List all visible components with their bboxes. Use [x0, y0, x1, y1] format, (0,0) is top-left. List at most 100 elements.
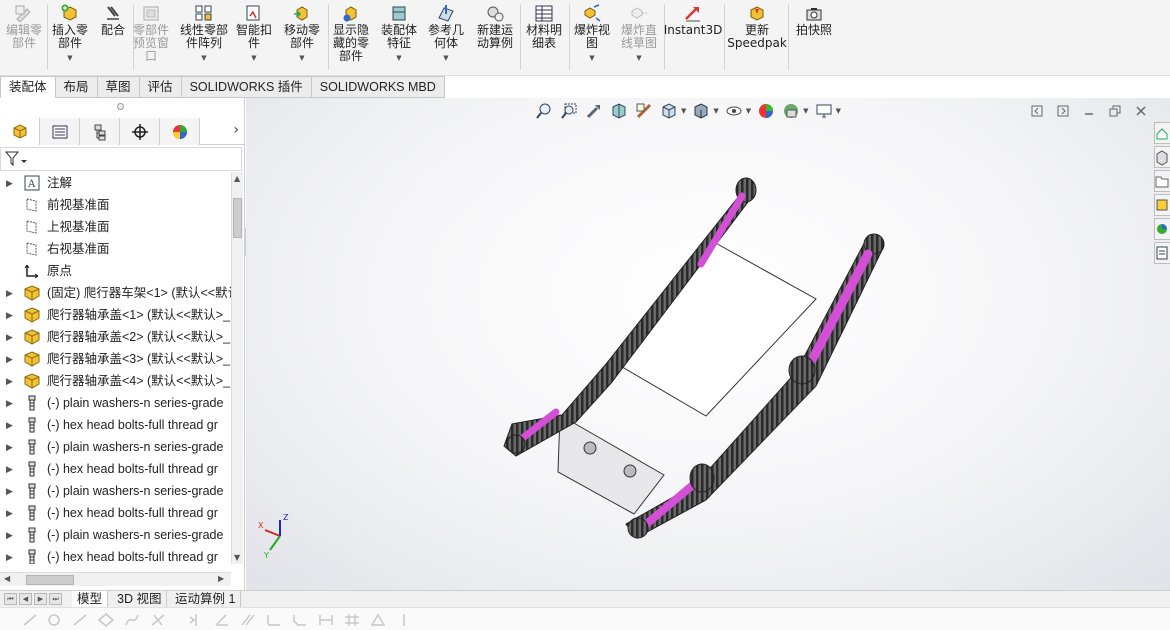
line-tool-icon[interactable]: [22, 613, 38, 627]
design-library-tab[interactable]: [1154, 146, 1170, 168]
scroll-thumb[interactable]: [233, 198, 242, 238]
expand-arrow-icon[interactable]: ▶: [6, 370, 13, 392]
display-style-icon[interactable]: [691, 101, 711, 121]
show-hidden-button[interactable]: 显示隐 藏的零 部件: [329, 4, 373, 74]
reference-geometry-button[interactable]: 参考几 何体 ▼: [425, 4, 467, 74]
property-manager-tab[interactable]: [40, 118, 80, 145]
new-motion-study-button[interactable]: 新建运 动算例: [474, 4, 516, 74]
file-explorer-tab[interactable]: [1154, 170, 1170, 192]
tree-item[interactable]: ▶ (-) plain washers-n series-grade: [0, 436, 231, 458]
tab-motion-study[interactable]: 运动算例 1: [170, 591, 242, 608]
spline-tool-icon[interactable]: [124, 613, 140, 627]
expand-arrow-icon[interactable]: ▶: [6, 348, 13, 370]
chamfer-tool-icon[interactable]: [292, 613, 308, 627]
tab-3d-view[interactable]: 3D 视图: [112, 591, 168, 608]
tree-item[interactable]: ▶ (-) hex head bolts-full thread gr: [0, 546, 231, 564]
tree-item[interactable]: ▶ (-) hex head bolts-full thread gr: [0, 458, 231, 480]
appearances-tab[interactable]: [1154, 218, 1170, 240]
view-settings-dropdown-icon[interactable]: ▼: [836, 107, 841, 115]
exploded-view-button[interactable]: 爆炸视 图 ▼: [571, 4, 613, 74]
next-tab-icon[interactable]: ▶: [34, 593, 47, 605]
expand-arrow-icon[interactable]: ▶: [6, 458, 13, 480]
tile-right-icon[interactable]: [1056, 104, 1070, 118]
expand-arrow-icon[interactable]: ▶: [6, 524, 13, 546]
tree-filter[interactable]: [0, 147, 242, 171]
expand-arrow-icon[interactable]: ▶: [6, 480, 13, 502]
reference-geometry-dropdown-icon[interactable]: ▼: [443, 52, 448, 65]
last-tab-icon[interactable]: ⏭: [49, 593, 62, 605]
first-tab-icon[interactable]: ⏮: [4, 593, 17, 605]
dimension-tool-icon[interactable]: [318, 613, 334, 627]
command-tab-5[interactable]: SOLIDWORKS MBD: [311, 76, 445, 98]
edit-appearance-icon[interactable]: [756, 101, 776, 121]
tree-item[interactable]: 上视基准面: [0, 216, 231, 238]
expand-arrow-icon[interactable]: ▶: [6, 326, 13, 348]
prev-tab-icon[interactable]: ◀: [19, 593, 32, 605]
minimize-icon[interactable]: [1082, 104, 1096, 118]
explode-line-dropdown-icon[interactable]: ▼: [636, 52, 641, 65]
tree-item[interactable]: ▶ 爬行器轴承盖<3> (默认<<默认>_: [0, 348, 231, 370]
command-tab-0[interactable]: 装配体: [0, 76, 56, 98]
assembly-features-button[interactable]: 装配体 特征 ▼: [378, 4, 420, 74]
h-scroll-thumb[interactable]: [26, 575, 74, 585]
previous-view-icon[interactable]: [584, 101, 604, 121]
custom-properties-tab[interactable]: [1154, 242, 1170, 264]
edit-component-button[interactable]: 编辑零 部件: [5, 4, 43, 74]
crawler-assembly-model[interactable]: [496, 154, 896, 544]
scroll-right-arrow-icon[interactable]: ▶: [218, 574, 224, 583]
mirror-tool-icon[interactable]: [188, 613, 204, 627]
dynamic-annotation-icon[interactable]: [634, 101, 654, 121]
hide-show-items-icon[interactable]: [724, 101, 744, 121]
tile-left-icon[interactable]: [1030, 104, 1044, 118]
tree-item[interactable]: ▶ (-) hex head bolts-full thread gr: [0, 414, 231, 436]
bom-button[interactable]: 材料明 细表: [523, 4, 565, 74]
expand-arrow-icon[interactable]: ▶: [6, 546, 13, 564]
display-style-dropdown-icon[interactable]: ▼: [713, 107, 718, 115]
tree-item[interactable]: 前视基准面: [0, 194, 231, 216]
expand-arrow-icon[interactable]: ▶: [6, 304, 13, 326]
move-component-button[interactable]: 移动零 部件 ▼: [280, 4, 324, 74]
view-palette-tab[interactable]: [1154, 194, 1170, 216]
insert-component-dropdown-icon[interactable]: ▼: [67, 52, 72, 65]
move-component-dropdown-icon[interactable]: ▼: [299, 52, 304, 65]
view-orientation-dropdown-icon[interactable]: ▼: [681, 107, 686, 115]
command-tab-2[interactable]: 草图: [97, 76, 140, 98]
tree-item[interactable]: ▶ 爬行器轴承盖<1> (默认<<默认>_: [0, 304, 231, 326]
close-icon[interactable]: [1134, 104, 1148, 118]
tree-item[interactable]: 右视基准面: [0, 238, 231, 260]
restore-icon[interactable]: [1108, 104, 1122, 118]
apply-scene-icon[interactable]: [781, 101, 801, 121]
offset-tool-icon[interactable]: [240, 613, 256, 627]
tree-vertical-scrollbar[interactable]: ▲ ▼: [231, 172, 243, 564]
angle-dimension-icon[interactable]: [214, 613, 230, 627]
update-speedpak-button[interactable]: 更新 Speedpak: [727, 4, 787, 74]
expand-arrow-icon[interactable]: ▶: [6, 414, 13, 436]
zoom-to-fit-icon[interactable]: [534, 101, 554, 121]
smart-fasteners-button[interactable]: 智能扣 件 ▼: [234, 4, 274, 74]
tab-model[interactable]: 模型: [72, 591, 109, 608]
expand-arrow-icon[interactable]: ▶: [6, 436, 13, 458]
expand-arrow-icon[interactable]: ▶: [6, 502, 13, 524]
hide-show-dropdown-icon[interactable]: ▼: [746, 107, 751, 115]
scroll-down-arrow-icon[interactable]: ▼: [234, 553, 240, 562]
tree-item[interactable]: ▶ 爬行器轴承盖<2> (默认<<默认>_: [0, 326, 231, 348]
tree-item[interactable]: ▶ 爬行器轴承盖<4> (默认<<默认>_: [0, 370, 231, 392]
view-settings-icon[interactable]: [814, 101, 834, 121]
zoom-to-area-icon[interactable]: [559, 101, 579, 121]
relation-tool-icon[interactable]: [370, 613, 386, 627]
scroll-up-arrow-icon[interactable]: ▲: [234, 174, 240, 183]
dimxpert-manager-tab[interactable]: [120, 118, 160, 145]
polygon-tool-icon[interactable]: [98, 613, 114, 627]
circle-tool-icon[interactable]: [46, 613, 62, 627]
configuration-manager-tab[interactable]: [80, 118, 120, 145]
grid-tool-icon[interactable]: [344, 613, 360, 627]
tree-item[interactable]: ▶ (-) hex head bolts-full thread gr: [0, 502, 231, 524]
more-tabs-chevron-icon[interactable]: ›: [233, 122, 239, 138]
scroll-left-arrow-icon[interactable]: ◀: [4, 574, 10, 583]
tree-item[interactable]: ▶ A 注解: [0, 172, 231, 194]
solidworks-resources-tab[interactable]: [1154, 122, 1170, 144]
display-manager-tab[interactable]: [160, 118, 200, 145]
tree-horizontal-scrollbar[interactable]: ◀ ▶: [0, 572, 231, 586]
instant3d-button[interactable]: Instant3D: [664, 4, 722, 74]
tree-item[interactable]: ▶ (-) plain washers-n series-grade: [0, 524, 231, 546]
